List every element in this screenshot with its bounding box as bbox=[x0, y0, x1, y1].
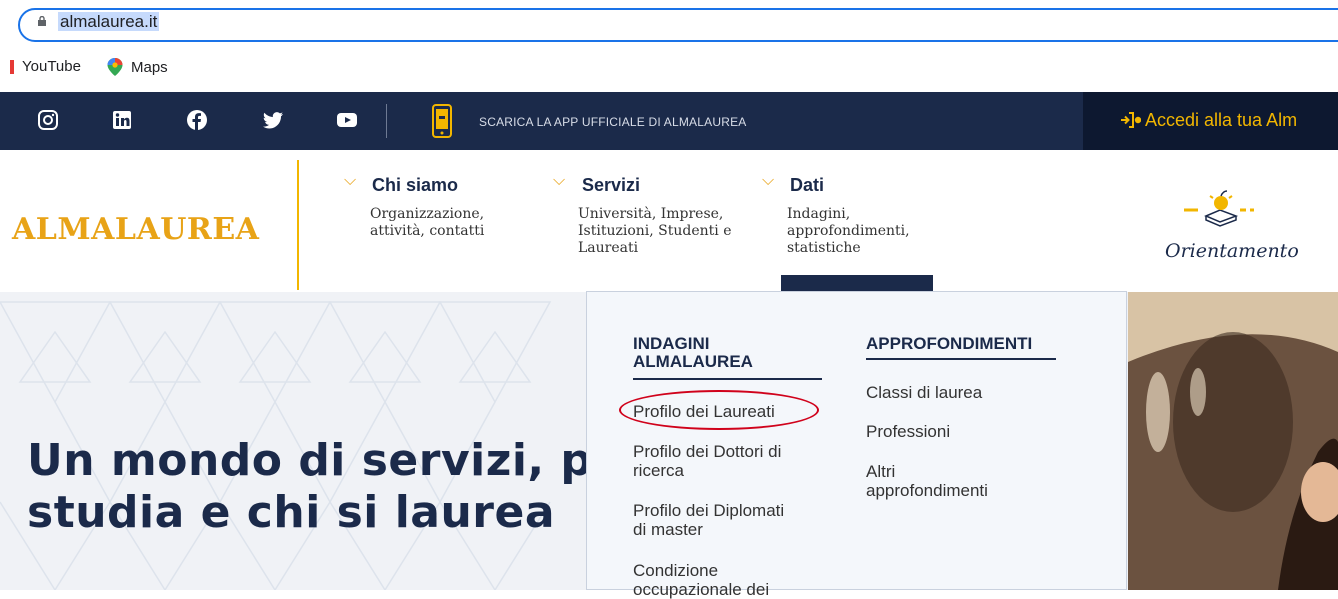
menu-item-altri-approfondimenti[interactable]: Altri approfondimenti bbox=[866, 462, 988, 500]
instagram-icon[interactable] bbox=[37, 109, 59, 131]
menu-item-profilo-dottori[interactable]: Profilo dei Dottori di ricerca bbox=[633, 442, 781, 480]
hero-photo-shapes bbox=[1128, 292, 1338, 590]
header-divider bbox=[297, 160, 299, 290]
chevron-down-icon: ⌵ bbox=[553, 172, 566, 189]
orientamento-link[interactable]: Orientamento bbox=[1165, 240, 1299, 262]
bookmarks-bar bbox=[0, 50, 1338, 90]
linkedin-icon[interactable] bbox=[111, 109, 133, 131]
nav-active-indicator bbox=[781, 275, 933, 292]
nav-dati-sub: Indagini, approfondimenti, statistiche bbox=[787, 206, 910, 256]
youtube-icon[interactable] bbox=[336, 109, 358, 131]
menu-item-professioni[interactable]: Professioni bbox=[866, 422, 950, 441]
login-icon bbox=[1121, 112, 1141, 128]
orientamento-apple-books-icon[interactable] bbox=[1184, 186, 1256, 228]
bookmark-youtube[interactable]: YouTube bbox=[10, 58, 81, 75]
dropdown-col-indagini-rule bbox=[633, 378, 822, 380]
lock-icon bbox=[38, 16, 46, 26]
url-field[interactable] bbox=[18, 8, 1338, 42]
bookmark-label: Maps bbox=[131, 58, 168, 76]
browser-address-bar: almalaurea.it bbox=[0, 0, 1338, 50]
nav-servizi-sub: Università, Imprese, Istituzioni, Studen… bbox=[578, 206, 732, 256]
nav-dati[interactable]: Dati bbox=[790, 175, 824, 196]
menu-item-condizione-occupazionale[interactable]: Condizione occupazionale dei bbox=[633, 561, 769, 599]
logo-text: ALMALAUREA bbox=[12, 212, 260, 247]
dropdown-col-approfondimenti-title: APPROFONDIMENTI bbox=[866, 334, 1033, 353]
topbar-divider bbox=[386, 104, 387, 138]
twitter-icon[interactable] bbox=[262, 109, 284, 131]
facebook-icon[interactable] bbox=[186, 109, 208, 131]
nav-servizi[interactable]: Servizi bbox=[582, 175, 640, 196]
url-text[interactable]: almalaurea.it bbox=[58, 12, 160, 32]
chevron-down-icon: ⌵ bbox=[762, 172, 775, 189]
nav-chi-siamo-sub: Organizzazione, attività, contatti bbox=[370, 206, 485, 239]
highlight-circle-annotation bbox=[619, 390, 819, 430]
dropdown-col-indagini-title: INDAGINI ALMALAUREA bbox=[633, 334, 753, 371]
menu-item-profilo-diplomati-master[interactable]: Profilo dei Diplomati di master bbox=[633, 501, 784, 539]
hero-photo-student bbox=[1128, 292, 1338, 590]
chevron-down-icon: ⌵ bbox=[344, 172, 357, 189]
smartphone-app-icon[interactable] bbox=[432, 104, 452, 138]
youtube-icon bbox=[10, 59, 14, 74]
menu-item-classi-laurea[interactable]: Classi di laurea bbox=[866, 383, 982, 402]
bookmark-label: YouTube bbox=[22, 58, 81, 75]
maps-pin-icon bbox=[107, 58, 123, 76]
login-link[interactable]: Accedi alla tua Alm bbox=[1145, 110, 1297, 131]
almalaurea-logo[interactable]: ALMALAUREA bbox=[12, 212, 259, 247]
hero-title: Un mondo di servizi, pe studia e chi si … bbox=[27, 435, 622, 538]
nav-chi-siamo[interactable]: Chi siamo bbox=[372, 175, 458, 196]
dropdown-col-approfondimenti-rule bbox=[866, 358, 1056, 360]
app-download-link[interactable]: SCARICA LA APP UFFICIALE DI ALMALAUREA bbox=[479, 115, 746, 129]
bookmark-maps[interactable]: Maps bbox=[107, 58, 168, 76]
